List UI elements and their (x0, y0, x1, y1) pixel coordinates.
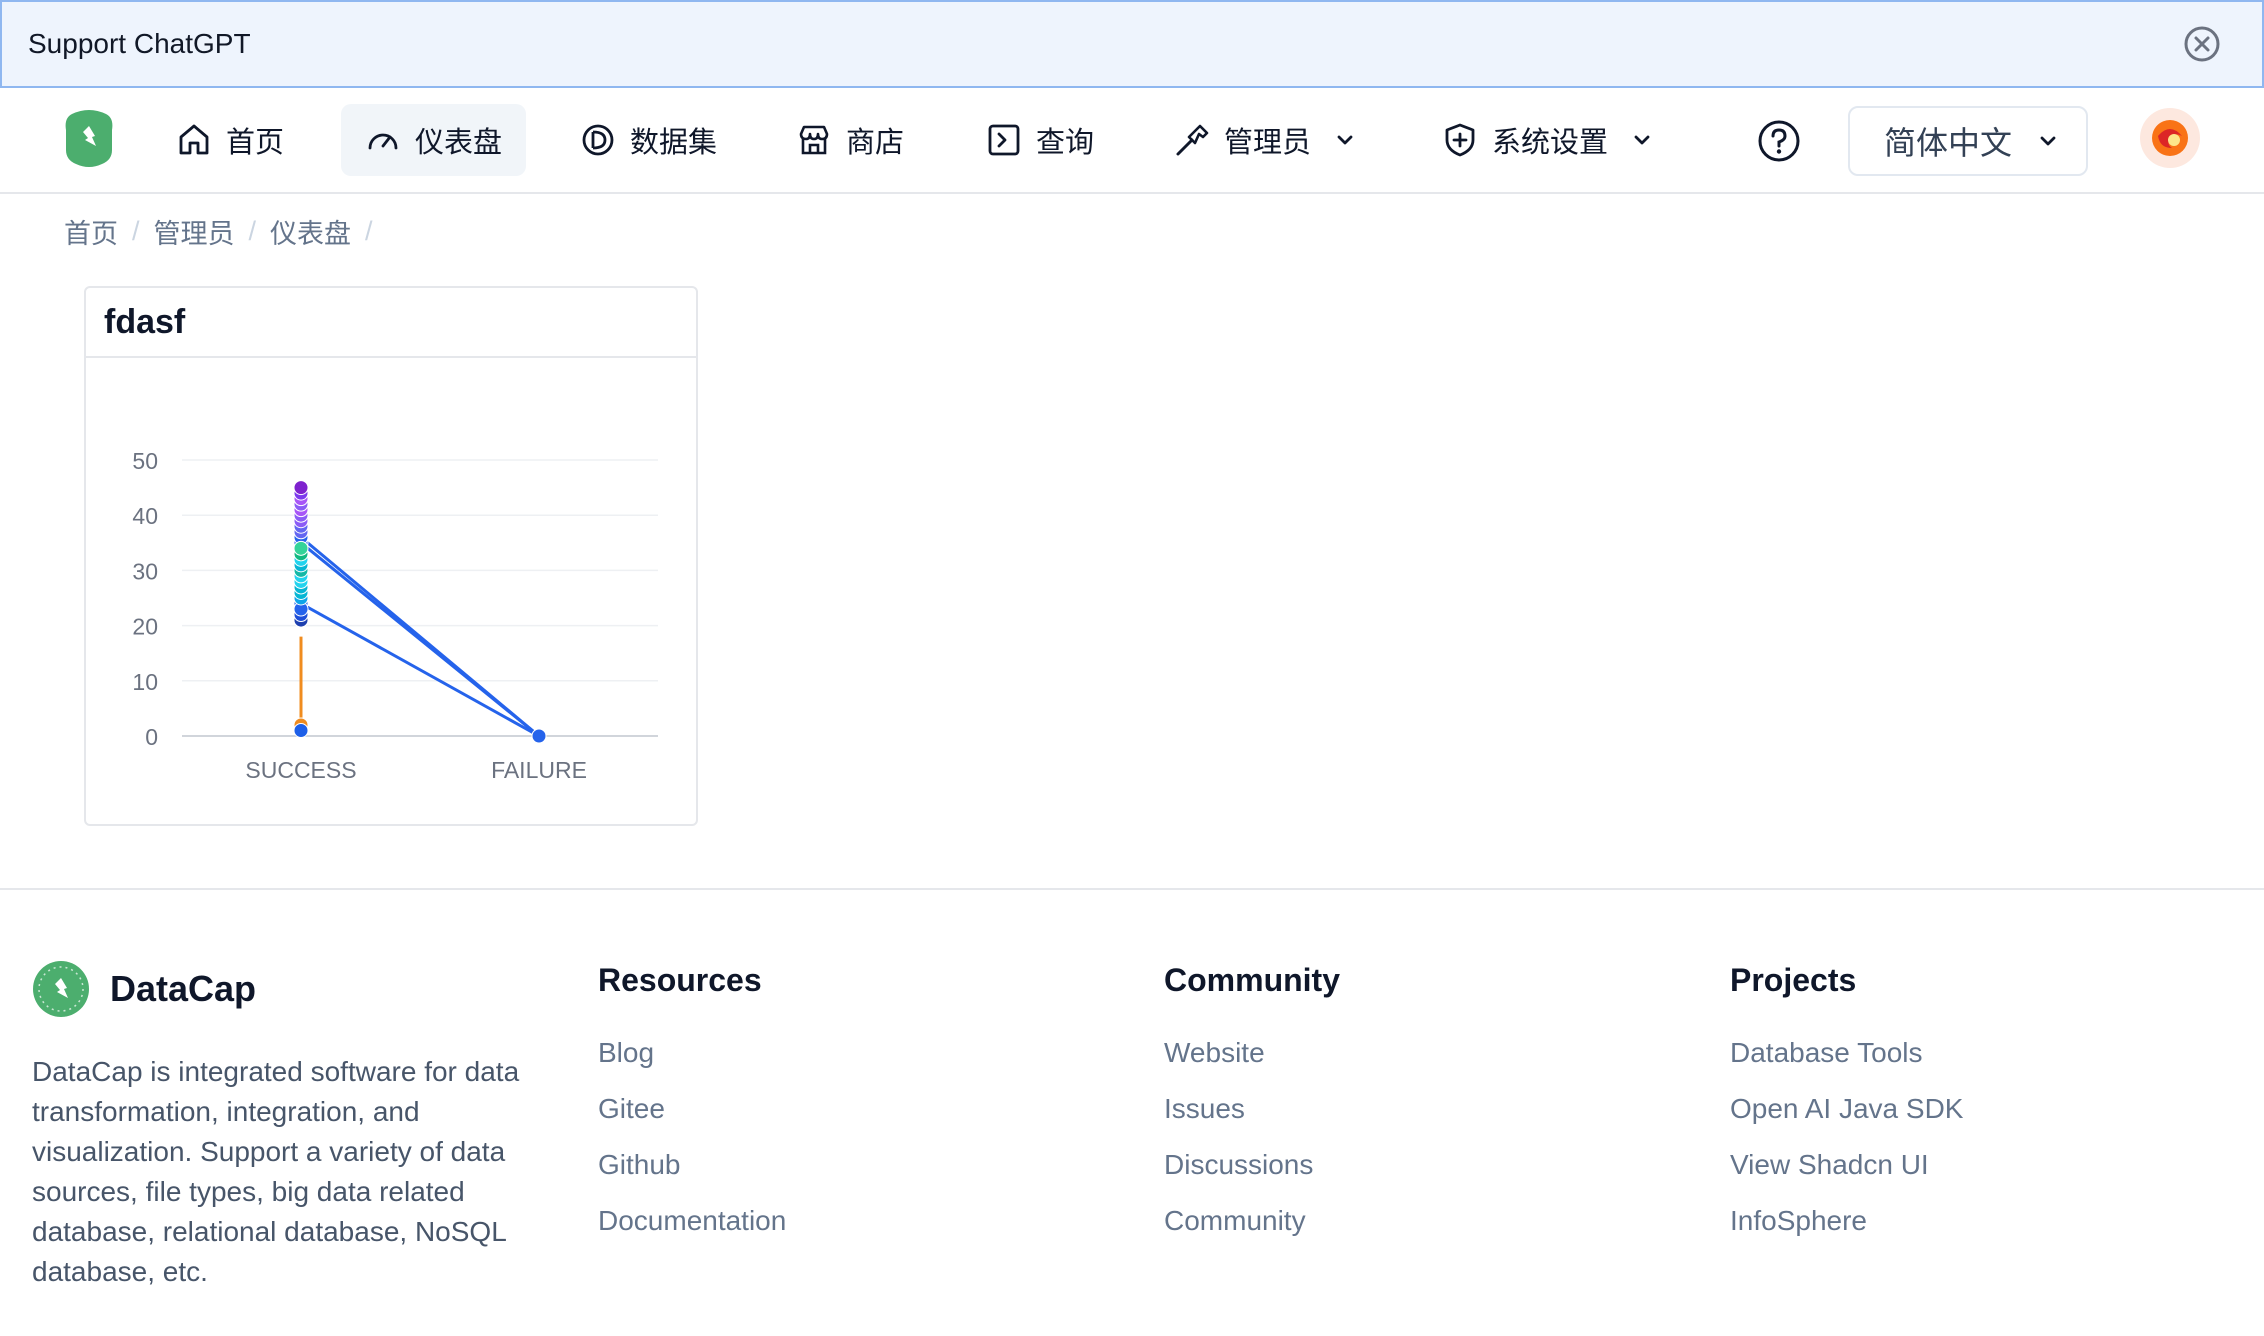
data-point (531, 728, 547, 744)
x-tick-label: SUCCESS (245, 757, 356, 783)
footer-column-title: Community (1164, 962, 1340, 998)
data-point (293, 540, 309, 556)
nav-dashboard-label: 仪表盘 (415, 127, 503, 159)
datacap-logo-icon[interactable] (64, 108, 114, 168)
nav-dashboard[interactable]: 仪表盘 (341, 104, 527, 176)
nav-home-label: 首页 (226, 127, 285, 159)
dataset-icon (582, 124, 614, 156)
nav-admin-label: 管理员 (1224, 127, 1312, 159)
announcement-banner: Support ChatGPT (0, 0, 2264, 88)
breadcrumb-separator: / (248, 216, 257, 246)
footer-link-openai-java-sdk[interactable]: Open AI Java SDK (1730, 1093, 1963, 1149)
breadcrumb-dashboard[interactable]: 仪表盘 (270, 212, 351, 251)
footer-column-resources: Resources Blog Gitee Github Documentatio… (598, 962, 786, 1261)
breadcrumb-admin[interactable]: 管理员 (154, 212, 235, 251)
footer-column-projects: Projects Database Tools Open AI Java SDK… (1730, 962, 1963, 1261)
data-point (293, 480, 309, 496)
nav-query[interactable]: 查询 (962, 104, 1118, 176)
gauge-icon (368, 133, 398, 150)
footer-link-discussions[interactable]: Discussions (1164, 1149, 1340, 1205)
chevron-down-icon (1634, 135, 1650, 145)
y-tick-label: 0 (145, 724, 158, 750)
chevron-down-icon (2040, 136, 2056, 146)
line-chart: 0 10 20 30 40 50 SUCCESS FAILURE (132, 448, 658, 783)
footer-link-community[interactable]: Community (1164, 1205, 1340, 1261)
footer-column-community: Community Website Issues Discussions Com… (1164, 962, 1340, 1261)
nav-dataset-label: 数据集 (630, 127, 718, 159)
footer: DataCap DataCap is integrated software f… (0, 888, 2264, 1336)
nav-home[interactable]: 首页 (152, 104, 308, 176)
dashboard-chart-card: fdasf 0 10 20 30 40 50 SUCCESS FAILURE (84, 286, 698, 826)
breadcrumb: 首页 / 管理员 / 仪表盘 / (64, 212, 387, 251)
y-tick-label: 40 (132, 503, 158, 529)
footer-column-title: Resources (598, 962, 762, 998)
nav-admin-dropdown[interactable]: 管理员 (1150, 104, 1381, 176)
breadcrumb-home[interactable]: 首页 (64, 212, 118, 251)
footer-link-database-tools[interactable]: Database Tools (1730, 1037, 1963, 1093)
home-icon (179, 124, 209, 155)
data-point (293, 722, 309, 738)
nav-dataset[interactable]: 数据集 (556, 104, 741, 176)
y-tick-label: 50 (132, 448, 158, 474)
y-tick-label: 10 (132, 669, 158, 695)
chevron-down-icon (1337, 135, 1353, 145)
footer-column-title: Projects (1730, 962, 1857, 998)
footer-link-infosphere[interactable]: InfoSphere (1730, 1205, 1963, 1261)
y-tick-label: 20 (132, 614, 158, 640)
avatar-image-icon (2152, 120, 2188, 156)
top-navigation: 首页 仪表盘 数据集 商店 查询 管理员 系统设置 简体中文 (0, 88, 2264, 194)
terminal-icon (988, 124, 1020, 156)
shield-plus-icon (1445, 123, 1475, 157)
language-select[interactable]: 简体中文 (1848, 106, 2088, 176)
footer-link-view-shadcn-ui[interactable]: View Shadcn UI (1730, 1149, 1963, 1205)
language-select-value: 简体中文 (1884, 125, 2013, 161)
banner-text: Support ChatGPT (28, 28, 251, 59)
footer-link-gitee[interactable]: Gitee (598, 1093, 786, 1149)
x-tick-label: FAILURE (491, 757, 587, 783)
footer-brand: DataCap (32, 960, 256, 1018)
footer-link-issues[interactable]: Issues (1164, 1093, 1340, 1149)
footer-brand-name: DataCap (110, 968, 257, 1009)
card-title: fdasf (86, 288, 696, 358)
hammer-icon (1176, 124, 1209, 156)
nav-store-label: 商店 (846, 127, 905, 159)
series-line (300, 536, 540, 738)
nav-query-label: 查询 (1036, 127, 1095, 159)
nav-system-settings-dropdown[interactable]: 系统设置 (1418, 104, 1678, 176)
footer-description: DataCap is integrated software for data … (32, 1056, 520, 1287)
breadcrumb-separator: / (132, 216, 140, 246)
help-icon[interactable] (1756, 118, 1802, 164)
store-icon (799, 125, 829, 155)
nav-store[interactable]: 商店 (772, 104, 928, 176)
footer-link-documentation[interactable]: Documentation (598, 1205, 786, 1261)
y-tick-label: 30 (132, 558, 158, 584)
datacap-logo-icon (33, 961, 89, 1017)
breadcrumb-separator: / (365, 216, 373, 246)
footer-link-blog[interactable]: Blog (598, 1037, 786, 1093)
close-icon[interactable] (2182, 24, 2222, 64)
nav-system-settings-label: 系统设置 (1492, 127, 1609, 159)
footer-link-github[interactable]: Github (598, 1149, 786, 1205)
user-avatar[interactable] (2140, 108, 2200, 168)
footer-link-website[interactable]: Website (1164, 1037, 1340, 1093)
series-line (300, 602, 540, 738)
